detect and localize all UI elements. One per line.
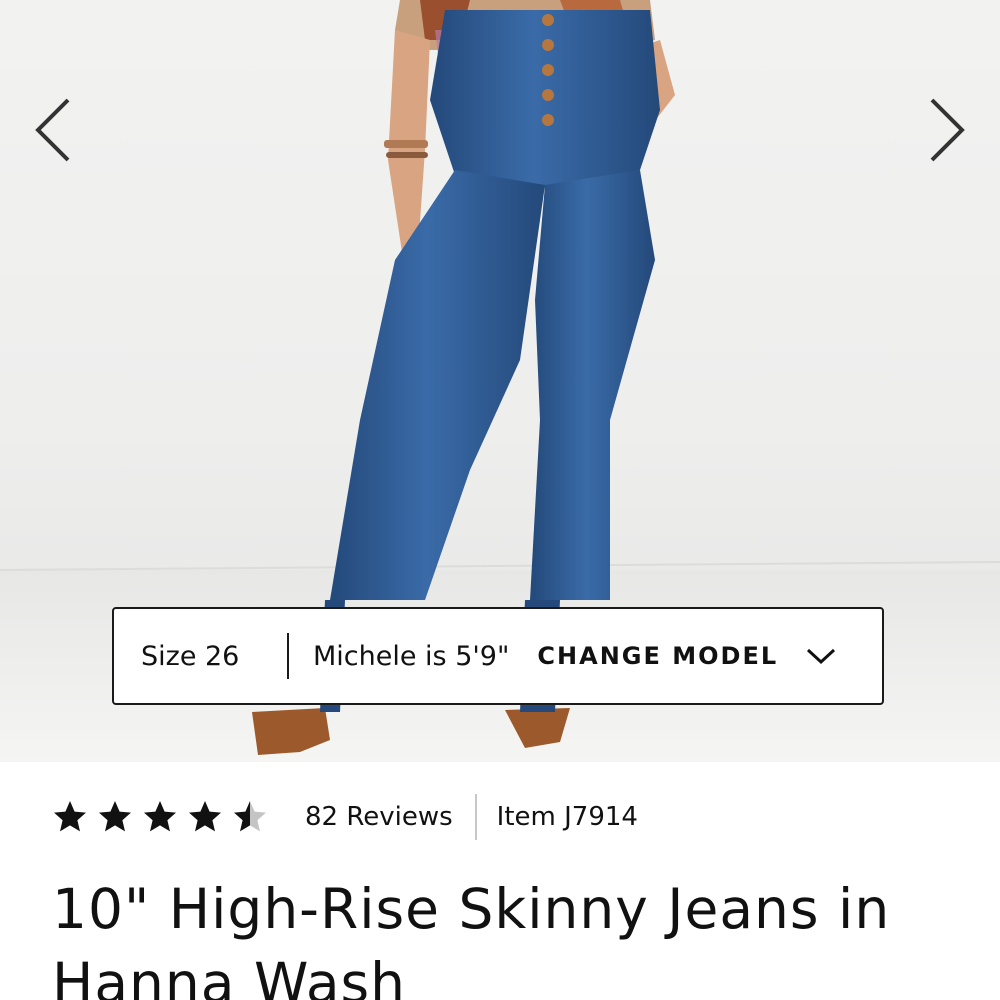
chevron-right-icon [930, 98, 965, 162]
chevron-down-icon [807, 648, 836, 665]
star-icon [99, 801, 131, 832]
item-number: Item J7914 [496, 802, 638, 832]
star-icon [189, 801, 221, 832]
model-size-label: Size 26 [141, 640, 240, 672]
previous-image-button[interactable] [26, 92, 86, 172]
next-image-button[interactable] [918, 92, 978, 172]
product-page: Size 26 Michele is 5'9" CHANGE MODEL 82 … [0, 0, 1000, 1000]
reviews-link[interactable]: 82 Reviews [305, 802, 453, 832]
product-image-gallery[interactable]: Size 26 Michele is 5'9" CHANGE MODEL [0, 0, 1000, 762]
model-height-label: Michele is 5'9" [313, 640, 510, 672]
rating-divider [474, 794, 477, 840]
star-icon [54, 801, 86, 832]
model-bar-divider [287, 633, 289, 679]
change-model-label: CHANGE MODEL [537, 642, 779, 670]
model-size-bar: Size 26 Michele is 5'9" CHANGE MODEL [112, 607, 884, 705]
star-icon [234, 801, 266, 832]
star-rating[interactable] [52, 799, 277, 835]
change-model-button[interactable]: CHANGE MODEL [537, 642, 836, 670]
product-title: 10" High-Rise Skinny Jeans in Hanna Wash [52, 877, 891, 1000]
chevron-left-icon [35, 98, 70, 162]
star-icon [144, 801, 176, 832]
rating-row: 82 Reviews Item J7914 [52, 792, 638, 842]
